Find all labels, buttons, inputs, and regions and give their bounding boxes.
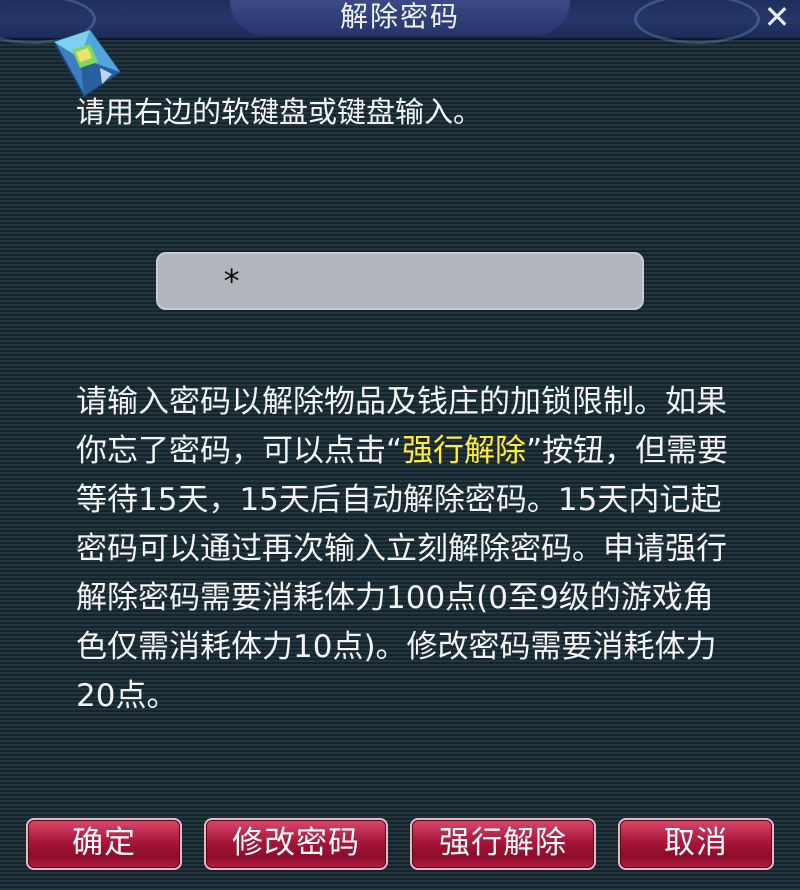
- confirm-button[interactable]: 确定: [26, 818, 182, 870]
- diamond-gem-icon: [52, 28, 122, 98]
- description-text: 请输入密码以解除物品及钱庄的加锁限制。如果你忘了密码，可以点击“强行解除”按钮，…: [76, 378, 736, 721]
- unlock-password-dialog: 解除密码 ✕ 请用右边的软键盘或键盘输入。 * 请输入密码以解除物品及钱庄的加锁…: [0, 0, 800, 890]
- close-button[interactable]: ✕: [760, 1, 794, 34]
- description-part2: ”按钮，但需要等待15天，15天后自动解除密码。15天内记起密码可以通过再次输入…: [76, 433, 729, 714]
- description-highlight: 强行解除: [402, 433, 527, 469]
- cancel-button[interactable]: 取消: [618, 818, 774, 870]
- force-unlock-button[interactable]: 强行解除: [410, 818, 596, 870]
- instruction-text: 请用右边的软键盘或键盘输入。: [76, 95, 483, 129]
- password-input[interactable]: *: [156, 252, 644, 310]
- change-password-button[interactable]: 修改密码: [204, 818, 388, 870]
